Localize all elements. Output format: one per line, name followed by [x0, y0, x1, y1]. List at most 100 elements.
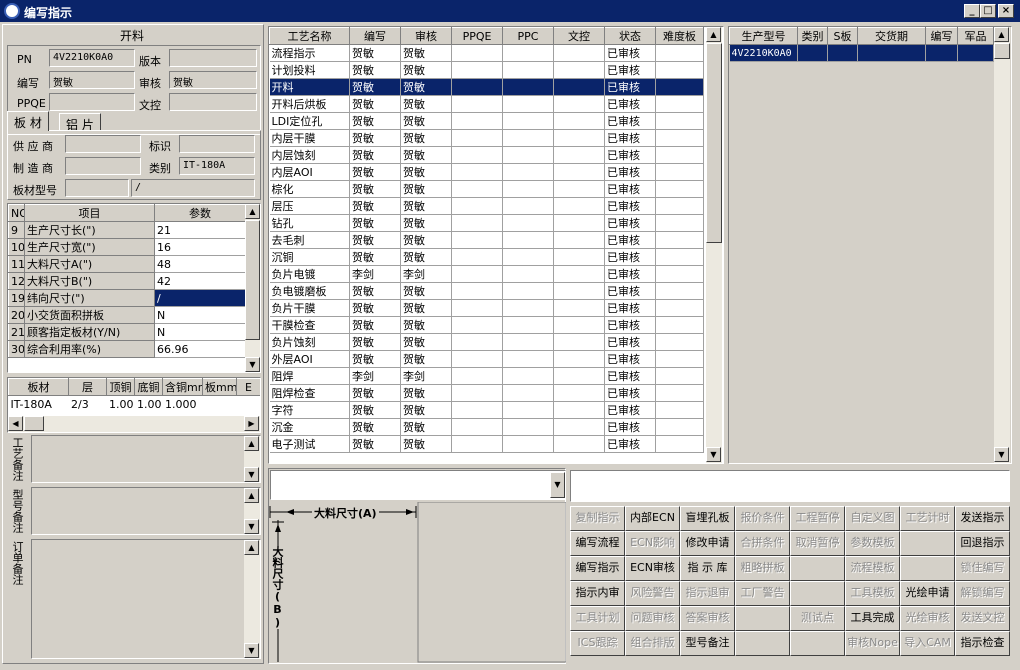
- param-cell-val[interactable]: 16: [154, 238, 246, 256]
- process-cell[interactable]: 内层干膜: [269, 129, 350, 147]
- material-row[interactable]: IT-180A 2/3 1.00 1.00 1.000: [8, 395, 260, 413]
- process-cell[interactable]: 负片电镀: [269, 265, 350, 283]
- process-cell[interactable]: 已审核: [604, 78, 656, 96]
- process-cell[interactable]: [655, 112, 704, 130]
- process-cell[interactable]: [553, 248, 605, 266]
- process-cell[interactable]: 内层蚀刻: [269, 146, 350, 164]
- param-cell-no[interactable]: 11: [8, 255, 25, 273]
- process-cell[interactable]: 贺敏: [349, 350, 401, 368]
- process-row[interactable]: 负电镀磨板 贺敏 贺敏 已审核: [269, 282, 704, 300]
- action-button[interactable]: 工具模板: [845, 581, 900, 606]
- process-cell[interactable]: [502, 197, 554, 215]
- action-button[interactable]: 指 示 库: [680, 556, 735, 581]
- action-button[interactable]: 合拼条件: [735, 531, 790, 556]
- orders-header[interactable]: S板: [827, 27, 858, 45]
- action-button[interactable]: 工具计划: [570, 606, 625, 631]
- process-cell[interactable]: [553, 299, 605, 317]
- process-cell[interactable]: [451, 333, 503, 351]
- param-cell-item[interactable]: 小交货面积拼板: [24, 306, 155, 324]
- process-cell[interactable]: [655, 418, 704, 436]
- process-cell[interactable]: 阻焊: [269, 367, 350, 385]
- process-row[interactable]: 内层蚀刻 贺敏 贺敏 已审核: [269, 146, 704, 164]
- scroll-down-icon[interactable]: ▼: [706, 447, 721, 462]
- process-cell[interactable]: [502, 214, 554, 232]
- process-header[interactable]: PPC: [502, 27, 554, 45]
- param-cell-val[interactable]: N: [154, 306, 246, 324]
- action-button[interactable]: ECN审核: [625, 556, 680, 581]
- writer-field[interactable]: 贺敏: [49, 71, 135, 89]
- action-button[interactable]: 解锁编写: [955, 581, 1010, 606]
- param-cell-item[interactable]: 生产尺寸宽("): [24, 238, 155, 256]
- process-row[interactable]: 内层AOI 贺敏 贺敏 已审核: [269, 163, 704, 181]
- scroll-thumb[interactable]: [994, 43, 1010, 59]
- param-cell-item[interactable]: 综合利用率(%): [24, 340, 155, 358]
- process-cell[interactable]: [553, 180, 605, 198]
- process-cell[interactable]: [655, 197, 704, 215]
- process-cell[interactable]: [655, 299, 704, 317]
- process-cell[interactable]: [655, 146, 704, 164]
- process-cell[interactable]: 干膜检查: [269, 316, 350, 334]
- process-row[interactable]: 层压 贺敏 贺敏 已审核: [269, 197, 704, 215]
- process-cell[interactable]: 贺敏: [349, 299, 401, 317]
- process-cell[interactable]: [451, 163, 503, 181]
- process-cell[interactable]: 贺敏: [400, 163, 452, 181]
- minimize-icon[interactable]: _: [964, 4, 980, 18]
- scroll-right-icon[interactable]: ▶: [244, 416, 259, 431]
- material-cell[interactable]: IT-180A: [8, 395, 69, 413]
- scroll-down-icon[interactable]: ▼: [244, 467, 259, 482]
- param-row[interactable]: 9 生产尺寸长(") 21: [8, 221, 246, 239]
- process-cell[interactable]: [451, 299, 503, 317]
- process-cell[interactable]: [553, 418, 605, 436]
- process-cell[interactable]: 贺敏: [400, 146, 452, 164]
- process-row[interactable]: 阻焊 李剑 李剑 已审核: [269, 367, 704, 385]
- process-cell[interactable]: 已审核: [604, 333, 656, 351]
- process-cell[interactable]: 已审核: [604, 367, 656, 385]
- process-cell[interactable]: [502, 435, 554, 453]
- process-row[interactable]: 内层干膜 贺敏 贺敏 已审核: [269, 129, 704, 147]
- material-cell[interactable]: 1.000: [162, 395, 203, 413]
- process-cell[interactable]: [553, 214, 605, 232]
- process-cell[interactable]: [502, 367, 554, 385]
- process-cell[interactable]: 开料后烘板: [269, 95, 350, 113]
- process-cell[interactable]: [553, 197, 605, 215]
- process-cell[interactable]: 李剑: [349, 265, 401, 283]
- process-row[interactable]: 干膜检查 贺敏 贺敏 已审核: [269, 316, 704, 334]
- process-cell[interactable]: 层压: [269, 197, 350, 215]
- process-cell[interactable]: [655, 316, 704, 334]
- process-cell[interactable]: [553, 401, 605, 419]
- action-button[interactable]: 参数模板: [845, 531, 900, 556]
- process-cell[interactable]: [655, 163, 704, 181]
- scroll-up-icon[interactable]: ▲: [245, 204, 260, 219]
- process-cell[interactable]: [451, 129, 503, 147]
- action-button[interactable]: 导入CAM: [900, 631, 955, 656]
- process-cell[interactable]: [655, 401, 704, 419]
- process-row[interactable]: 开料 贺敏 贺敏 已审核: [269, 78, 704, 96]
- action-button[interactable]: 自定义图: [845, 506, 900, 531]
- process-cell[interactable]: [502, 299, 554, 317]
- process-cell[interactable]: 字符: [269, 401, 350, 419]
- param-row[interactable]: 12 大料尺寸B(") 42: [8, 272, 246, 290]
- process-cell[interactable]: [451, 197, 503, 215]
- process-cell[interactable]: 贺敏: [349, 384, 401, 402]
- process-cell[interactable]: 贺敏: [349, 44, 401, 62]
- process-cell[interactable]: 贺敏: [400, 78, 452, 96]
- scroll-down-icon[interactable]: ▼: [244, 643, 259, 658]
- process-cell[interactable]: [553, 435, 605, 453]
- orders-header[interactable]: 编写: [925, 27, 958, 45]
- process-cell[interactable]: [553, 333, 605, 351]
- action-button[interactable]: 问题审核: [625, 606, 680, 631]
- process-cell[interactable]: [655, 248, 704, 266]
- process-cell[interactable]: [553, 78, 605, 96]
- action-button[interactable]: 发送指示: [955, 506, 1010, 531]
- process-cell[interactable]: [655, 350, 704, 368]
- orders-cell[interactable]: [957, 44, 994, 62]
- param-cell-item[interactable]: 大料尺寸B("): [24, 272, 155, 290]
- orders-scrollbar[interactable]: ▲ ▼: [994, 27, 1010, 463]
- process-cell[interactable]: 已审核: [604, 163, 656, 181]
- param-row[interactable]: 19 纬向尺寸(") /: [8, 289, 246, 307]
- process-cell[interactable]: 负片蚀刻: [269, 333, 350, 351]
- process-row[interactable]: 钻孔 贺敏 贺敏 已审核: [269, 214, 704, 232]
- param-header-no[interactable]: NO: [8, 204, 25, 222]
- param-header-item[interactable]: 项目: [24, 204, 155, 222]
- action-button[interactable]: 编写指示: [570, 556, 625, 581]
